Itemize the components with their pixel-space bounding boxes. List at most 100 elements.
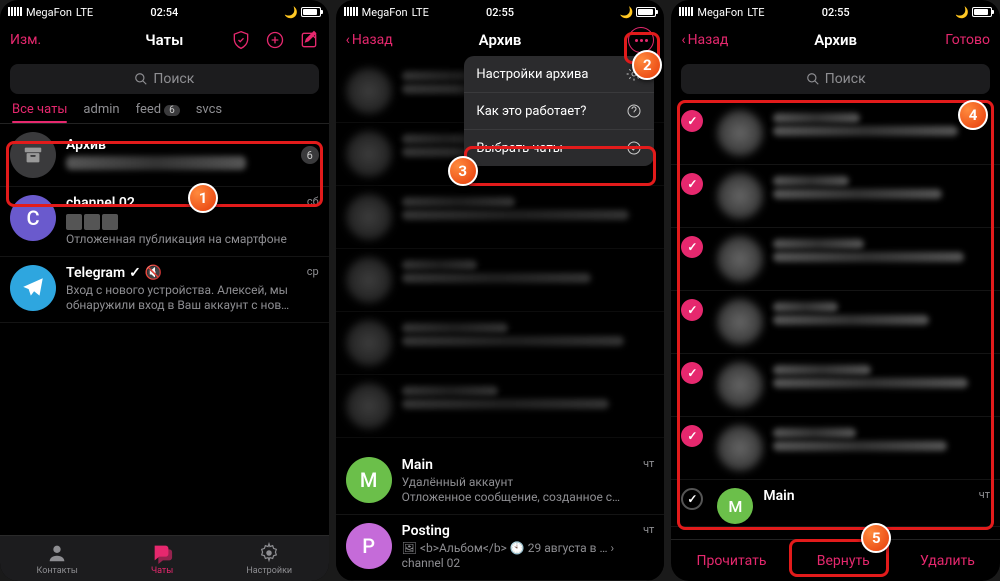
checkbox-checked[interactable] [681,425,703,447]
blurred-preview [66,156,246,170]
chat-row-channel02[interactable]: C channel 02 сб Отложенная публикация на… [0,187,329,257]
help-icon [626,103,642,119]
avatar: P [346,523,392,569]
status-bar: MegaFon LTE 02:55 🌙 [671,0,1000,20]
menu-how-it-works[interactable]: Как это работает? [464,93,654,130]
chat-title: channel 02 [66,195,135,211]
list-item[interactable] [671,228,1000,291]
carrier-label: MegaFon [26,6,72,19]
checkbox-checked[interactable] [681,110,703,132]
select-icon [626,140,642,156]
list-item[interactable] [671,417,1000,480]
search-icon [134,72,148,86]
menu-archive-settings[interactable]: Настройки архива [464,56,654,93]
unarchive-button[interactable]: Вернуть [817,553,870,569]
avatar [10,265,56,311]
chat-row-telegram[interactable]: Telegram ✓ 🔇 ср Вход с нового устройства… [0,257,329,323]
chat-time: ср [307,265,319,281]
folder-tabs: Все чаты admin feed6 svcs [0,102,329,124]
page-title: Архив [479,31,522,49]
battery-icon [972,7,992,17]
archive-count: 6 [301,146,319,164]
edit-button[interactable]: Изм. [10,32,41,48]
more-button[interactable] [628,27,654,53]
chat-time: сб [307,195,319,211]
page-title: Чаты [145,31,183,49]
chat-preview: Вход с нового устройства. Алексей, мы об… [66,283,319,314]
callout-4: 4 [958,100,988,130]
tab-svcs[interactable]: svcs [196,102,222,117]
search-placeholder: Поиск [153,71,194,87]
status-bar: MegaFon LTE 02:54 🌙 [0,0,329,20]
menu-select-chats[interactable]: Выбрать чаты [464,130,654,166]
signal-icon [8,6,22,19]
network-label: LTE [76,6,93,19]
avatar: M [717,488,753,524]
list-item[interactable] [671,291,1000,354]
dnd-icon: 🌙 [284,6,298,19]
chat-list: Архив 6 C channel 02 сб Отложенная публи… [0,124,329,535]
new-folder-icon[interactable] [265,30,285,50]
clock: 02:55 [486,6,514,19]
selection-toolbar: Прочитать Вернуть Удалить [671,539,1000,581]
tab-all[interactable]: Все чаты [12,102,67,117]
archive-icon [10,132,56,178]
archive-title: Архив [66,137,291,153]
callout-1: 1 [188,183,218,213]
list-item[interactable] [336,249,665,312]
checkbox-checked[interactable] [681,299,703,321]
tab-contacts[interactable]: Контакты [37,542,78,576]
signal-icon [679,6,693,19]
dnd-icon: 🌙 [955,6,969,19]
search-icon [806,72,820,86]
nav-bar: ‹ Назад Архив [336,20,665,60]
contacts-icon [46,542,68,564]
list-item[interactable] [336,312,665,375]
list-item[interactable] [671,354,1000,417]
search-input[interactable]: Поиск [10,64,319,94]
avatar: M [346,457,392,503]
screen-archive-select: MegaFon LTE 02:55 🌙 ‹ Назад Архив Готово… [671,0,1000,581]
context-menu: Настройки архива Как это работает? Выбра… [464,56,654,166]
settings-icon [258,542,280,564]
tab-feed-badge: 6 [164,105,180,116]
tab-settings[interactable]: Настройки [246,542,292,576]
back-button[interactable]: ‹ Назад [346,32,393,48]
list-item[interactable] [336,186,665,249]
chat-title: Telegram ✓ 🔇 [66,265,162,281]
archive-row[interactable]: Архив 6 [0,124,329,187]
chat-row-posting[interactable]: P Postingчт 🖼 <b>Альбом</b> 🕙 29 августа… [336,515,665,581]
callout-3: 3 [448,156,478,186]
nav-bar: ‹ Назад Архив Готово [671,20,1000,60]
avatar: C [10,195,56,241]
checkbox-unchecked[interactable] [681,488,703,510]
chat-row-main[interactable]: M Mainчт Удалённый аккаунтОтложенное соо… [336,449,665,515]
battery-icon [636,7,656,17]
list-item[interactable] [336,375,665,438]
page-title: Архив [814,31,857,49]
tab-chats[interactable]: Чаты [151,542,173,576]
checkbox-checked[interactable] [681,173,703,195]
done-button[interactable]: Готово [945,32,990,48]
mark-read-button[interactable]: Прочитать [696,553,766,569]
back-button[interactable]: ‹ Назад [681,32,728,48]
clock: 02:55 [822,6,850,19]
list-item[interactable] [671,165,1000,228]
chat-row-main[interactable]: M Mainчт [671,480,1000,527]
chats-icon [151,542,173,564]
screen-chats: MegaFon LTE 02:54 🌙 Изм. Чаты Поиск Все … [0,0,329,581]
compose-icon[interactable] [299,30,319,50]
chat-preview: Отложенная публикация на смартфоне [66,232,319,248]
list-item[interactable] [671,102,1000,165]
delete-button[interactable]: Удалить [920,553,975,569]
checkbox-checked[interactable] [681,236,703,258]
clock: 02:54 [150,6,178,19]
tab-admin[interactable]: admin [83,102,119,117]
checkbox-checked[interactable] [681,362,703,384]
status-bar: MegaFon LTE 02:55 🌙 [336,0,665,20]
proxy-icon[interactable] [231,30,251,50]
screen-archive-menu: MegaFon LTE 02:55 🌙 ‹ Назад Архив Настро… [336,0,665,581]
search-input[interactable]: Поиск [681,64,990,94]
media-thumbs [66,214,319,230]
tab-feed[interactable]: feed6 [136,102,180,117]
